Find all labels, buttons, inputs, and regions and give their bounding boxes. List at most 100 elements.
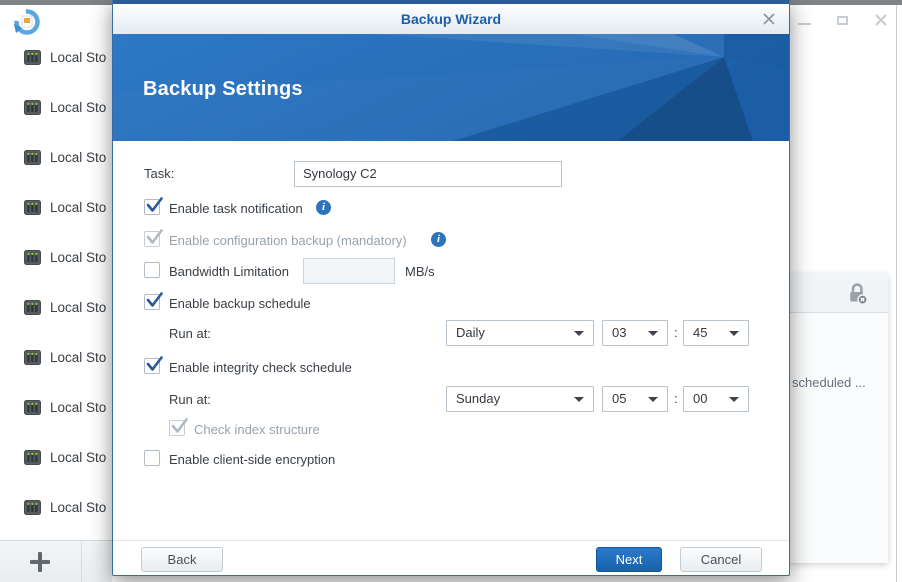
window-controls <box>798 10 888 30</box>
task-label: Task: <box>144 166 175 181</box>
footer-divider <box>81 541 82 582</box>
storage-item-label: Local Sto <box>50 499 107 515</box>
list-item[interactable]: Local Sto <box>24 232 112 282</box>
storage-item-label: Local Sto <box>50 99 107 115</box>
info-icon[interactable]: i <box>316 200 331 215</box>
bandwidth-unit-label: MB/s <box>405 264 435 279</box>
integrity-hour-select[interactable]: 05 <box>602 386 668 412</box>
client-side-encryption-checkbox[interactable] <box>144 450 160 466</box>
task-name-input[interactable]: Synology C2 <box>294 161 562 187</box>
integrity-frequency-select[interactable]: Sunday <box>446 386 594 412</box>
list-item[interactable]: Local Sto <box>24 282 112 332</box>
bandwidth-value-input[interactable] <box>303 258 395 284</box>
lock-unencrypted-icon <box>850 283 868 305</box>
chevron-down-icon <box>729 397 739 402</box>
list-item[interactable]: Local Sto <box>24 32 112 82</box>
back-button[interactable]: Back <box>141 547 223 572</box>
backup-wizard-dialog: Backup Wizard Backup Settings Task: Syno… <box>112 0 790 576</box>
check-icon <box>146 229 163 244</box>
window-right-border <box>896 5 897 582</box>
check-index-structure-label: Check index structure <box>194 422 320 437</box>
chevron-down-icon <box>574 397 584 402</box>
nas-server-icon <box>24 499 41 515</box>
dialog-close-button[interactable] <box>762 12 776 26</box>
storage-item-label: Local Sto <box>50 449 107 465</box>
list-item[interactable]: Local Sto <box>24 82 112 132</box>
time-colon: : <box>674 325 678 340</box>
integrity-minute-select[interactable]: 00 <box>683 386 749 412</box>
dialog-title: Backup Wizard <box>400 11 502 27</box>
storage-item-label: Local Sto <box>50 349 107 365</box>
list-item[interactable]: Local Sto <box>24 182 112 232</box>
panel-header <box>790 273 888 313</box>
backup-frequency-select[interactable]: Daily <box>446 320 594 346</box>
select-value: Daily <box>456 325 485 340</box>
close-icon[interactable] <box>874 13 888 27</box>
dialog-header-banner: Backup Settings <box>113 34 789 141</box>
select-value: 00 <box>693 391 708 406</box>
minimize-icon[interactable] <box>798 23 811 25</box>
nas-server-icon <box>24 449 41 465</box>
list-item[interactable]: Local Sto <box>24 482 112 532</box>
panel-truncated-text: scheduled ... <box>792 375 866 390</box>
task-notification-label: Enable task notification <box>169 201 303 216</box>
plus-icon <box>30 552 50 572</box>
maximize-icon[interactable] <box>837 15 848 25</box>
nas-server-icon <box>24 249 41 265</box>
backup-schedule-label: Enable backup schedule <box>169 296 311 311</box>
integrity-check-label: Enable integrity check schedule <box>169 360 352 375</box>
page-title: Backup Settings <box>143 78 303 100</box>
time-colon: : <box>674 391 678 406</box>
check-icon <box>146 197 163 212</box>
storage-item-label: Local Sto <box>50 299 107 315</box>
nas-server-icon <box>24 299 41 315</box>
storage-item-label: Local Sto <box>50 199 107 215</box>
screen: Local Sto Local Sto Local Sto Local Sto … <box>0 0 902 582</box>
backup-task-list: Local Sto Local Sto Local Sto Local Sto … <box>24 32 112 532</box>
storage-item-label: Local Sto <box>50 249 107 265</box>
storage-item-label: Local Sto <box>50 149 107 165</box>
check-icon <box>146 292 163 307</box>
backup-minute-select[interactable]: 45 <box>683 320 749 346</box>
next-button[interactable]: Next <box>596 547 662 572</box>
select-value: 45 <box>693 325 708 340</box>
nas-server-icon <box>24 149 41 165</box>
nas-server-icon <box>24 49 41 65</box>
task-notification-checkbox[interactable] <box>144 197 163 215</box>
task-list-footer <box>0 540 112 582</box>
backup-run-at-label: Run at: <box>169 326 211 341</box>
storage-item-label: Local Sto <box>50 49 107 65</box>
bandwidth-limitation-label: Bandwidth Limitation <box>169 264 289 279</box>
chevron-down-icon <box>574 331 584 336</box>
configuration-backup-label: Enable configuration backup (mandatory) <box>169 233 407 248</box>
check-icon <box>146 356 163 371</box>
client-side-encryption-label: Enable client-side encryption <box>169 452 336 467</box>
integrity-run-at-label: Run at: <box>169 392 211 407</box>
chevron-down-icon <box>729 331 739 336</box>
list-item[interactable]: Local Sto <box>24 432 112 482</box>
integrity-check-checkbox[interactable] <box>144 356 163 374</box>
dialog-titlebar: Backup Wizard <box>113 4 789 34</box>
select-value: Sunday <box>456 391 501 406</box>
nas-server-icon <box>24 349 41 365</box>
backup-schedule-checkbox[interactable] <box>144 292 163 310</box>
add-backup-task-button[interactable] <box>27 549 53 575</box>
chevron-down-icon <box>648 331 658 336</box>
bandwidth-limitation-checkbox[interactable] <box>144 262 160 278</box>
storage-item-label: Local Sto <box>50 399 107 415</box>
check-index-structure-checkbox <box>169 418 188 436</box>
chevron-down-icon <box>648 397 658 402</box>
list-item[interactable]: Local Sto <box>24 332 112 382</box>
cancel-button[interactable]: Cancel <box>680 547 762 572</box>
select-value: 03 <box>612 325 627 340</box>
backup-hour-select[interactable]: 03 <box>602 320 668 346</box>
list-item[interactable]: Local Sto <box>24 382 112 432</box>
close-x-icon <box>763 13 775 25</box>
configuration-backup-checkbox <box>144 229 163 247</box>
list-item[interactable]: Local Sto <box>24 132 112 182</box>
dialog-footer: Back Next Cancel <box>113 540 789 574</box>
info-icon[interactable]: i <box>431 232 446 247</box>
nas-server-icon <box>24 99 41 115</box>
nas-server-icon <box>24 399 41 415</box>
select-value: 05 <box>612 391 627 406</box>
